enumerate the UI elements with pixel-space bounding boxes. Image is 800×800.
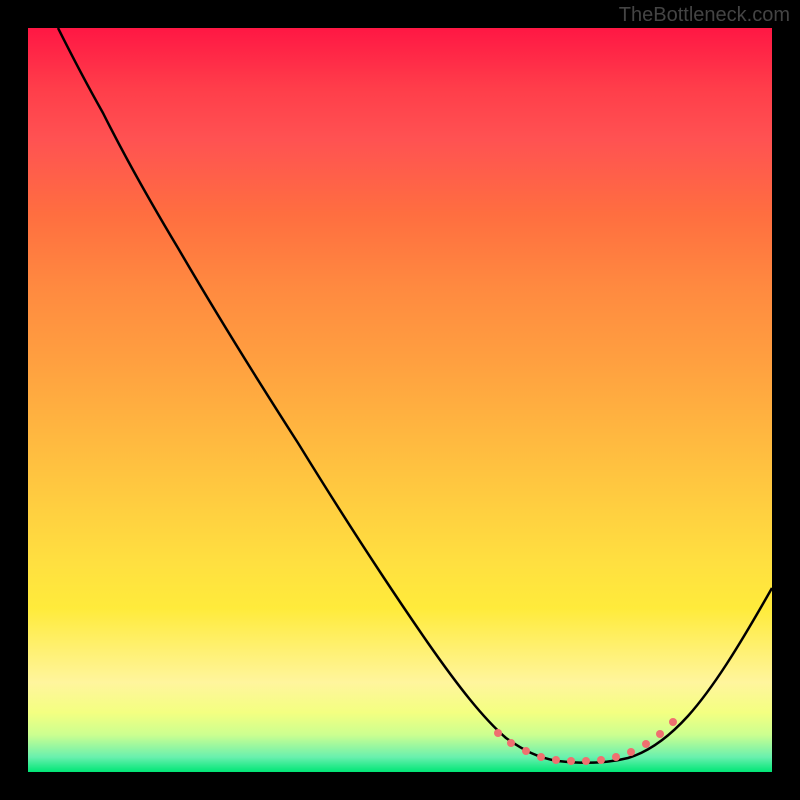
marker-dot <box>537 753 545 761</box>
marker-dot <box>597 756 605 764</box>
marker-dot <box>494 729 502 737</box>
marker-dot <box>522 747 530 755</box>
chart-container <box>28 28 772 772</box>
marker-dot <box>642 740 650 748</box>
watermark-text: TheBottleneck.com <box>619 4 790 27</box>
marker-dot <box>669 718 677 726</box>
marker-dot <box>612 753 620 761</box>
dotted-markers <box>494 718 677 765</box>
marker-dot <box>656 730 664 738</box>
main-curve-path <box>58 28 772 763</box>
marker-dot <box>567 757 575 765</box>
chart-svg <box>28 28 772 772</box>
marker-dot <box>552 756 560 764</box>
marker-dot <box>627 748 635 756</box>
marker-dot <box>507 739 515 747</box>
marker-dot <box>582 757 590 765</box>
